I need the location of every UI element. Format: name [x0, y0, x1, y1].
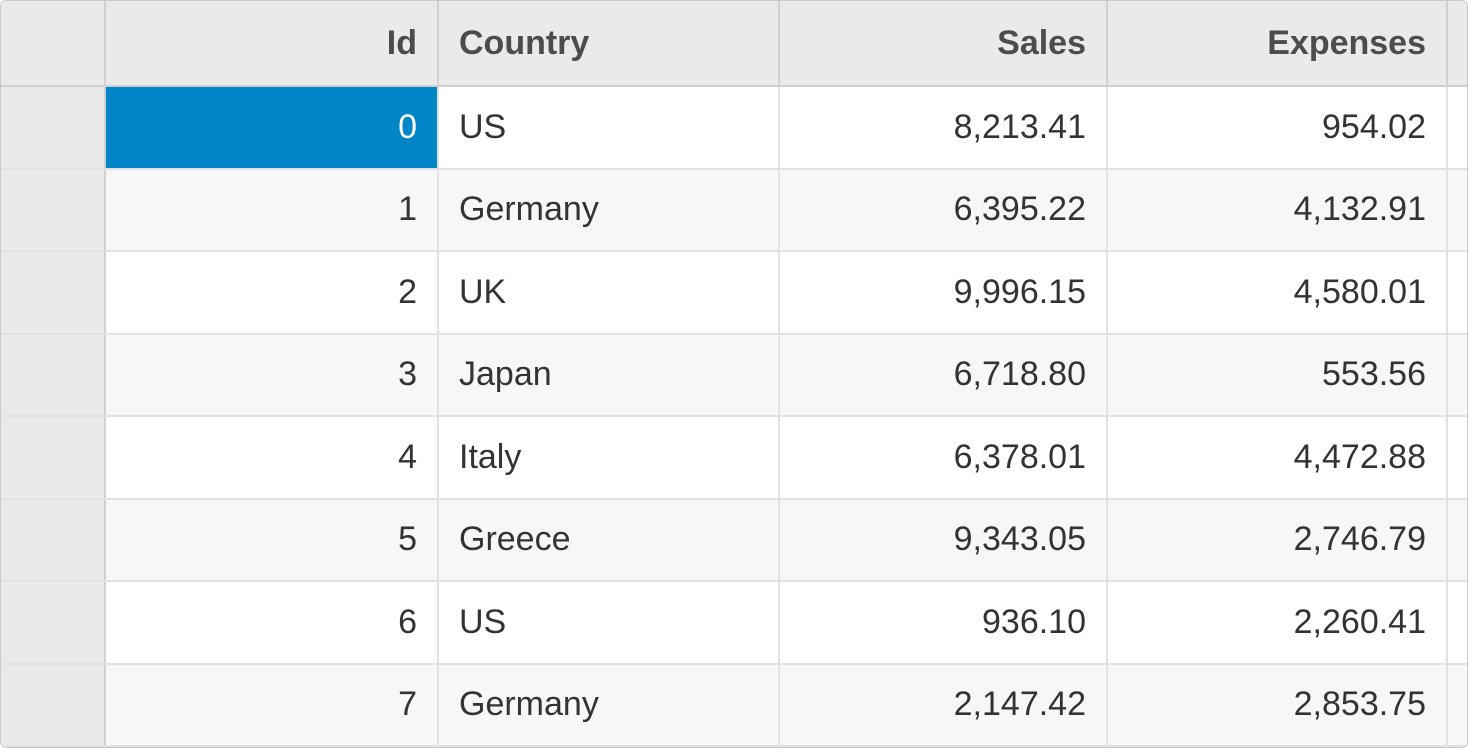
- table-row[interactable]: 3Japan6,718.80553.56: [1, 335, 1467, 418]
- cell-country[interactable]: US: [439, 87, 780, 168]
- cell-sales[interactable]: 936.10: [780, 582, 1108, 663]
- cell-id[interactable]: 2: [106, 252, 439, 333]
- cell-expenses[interactable]: 2,260.41: [1108, 582, 1448, 663]
- column-header-id-label: Id: [387, 24, 417, 63]
- cell-tail: [1448, 500, 1467, 581]
- row-header-cell[interactable]: [1, 500, 106, 581]
- cell-sales[interactable]: 6,395.22: [780, 170, 1108, 251]
- cell-id[interactable]: 4: [106, 417, 439, 498]
- cell-tail: [1448, 87, 1467, 168]
- data-grid[interactable]: Id Country Sales Expenses 0US8,213.41954…: [0, 0, 1468, 748]
- cell-expenses[interactable]: 4,580.01: [1108, 252, 1448, 333]
- table-row[interactable]: 0US8,213.41954.02: [1, 87, 1467, 170]
- cell-country[interactable]: Japan: [439, 335, 780, 416]
- cell-sales[interactable]: 9,996.15: [780, 252, 1108, 333]
- cell-expenses[interactable]: 954.02: [1108, 87, 1448, 168]
- cell-sales[interactable]: 2,147.42: [780, 665, 1108, 746]
- cell-tail: [1448, 417, 1467, 498]
- row-header-cell[interactable]: [1, 87, 106, 168]
- cell-country[interactable]: Germany: [439, 170, 780, 251]
- cell-tail: [1448, 252, 1467, 333]
- cell-country[interactable]: US: [439, 582, 780, 663]
- column-header-tail: [1448, 1, 1468, 85]
- cell-country[interactable]: Italy: [439, 417, 780, 498]
- cell-id[interactable]: 5: [106, 500, 439, 581]
- table-row[interactable]: 6US936.102,260.41: [1, 582, 1467, 665]
- cell-sales[interactable]: 6,378.01: [780, 417, 1108, 498]
- cell-id[interactable]: 0: [106, 87, 439, 168]
- table-row[interactable]: 5Greece9,343.052,746.79: [1, 500, 1467, 583]
- cell-country[interactable]: UK: [439, 252, 780, 333]
- grid-body: 0US8,213.41954.021Germany6,395.224,132.9…: [1, 87, 1467, 747]
- cell-expenses[interactable]: 2,746.79: [1108, 500, 1448, 581]
- table-row[interactable]: 4Italy6,378.014,472.88: [1, 417, 1467, 500]
- cell-country[interactable]: Greece: [439, 500, 780, 581]
- cell-sales[interactable]: 8,213.41: [780, 87, 1108, 168]
- column-header-country-label: Country: [459, 24, 589, 63]
- cell-expenses[interactable]: 2,853.75: [1108, 665, 1448, 746]
- column-header-row: Id Country Sales Expenses: [1, 1, 1467, 87]
- cell-country[interactable]: Germany: [439, 665, 780, 746]
- column-header-sales-label: Sales: [997, 24, 1086, 63]
- cell-sales[interactable]: 9,343.05: [780, 500, 1108, 581]
- cell-tail: [1448, 582, 1467, 663]
- table-row[interactable]: 2UK9,996.154,580.01: [1, 252, 1467, 335]
- cell-id[interactable]: 6: [106, 582, 439, 663]
- table-row[interactable]: 1Germany6,395.224,132.91: [1, 170, 1467, 253]
- row-header-corner[interactable]: [1, 1, 106, 85]
- cell-tail: [1448, 665, 1467, 746]
- row-header-cell[interactable]: [1, 417, 106, 498]
- column-header-country[interactable]: Country: [439, 1, 780, 85]
- row-header-cell[interactable]: [1, 665, 106, 746]
- cell-expenses[interactable]: 553.56: [1108, 335, 1448, 416]
- column-header-sales[interactable]: Sales: [780, 1, 1108, 85]
- table-row[interactable]: 7Germany2,147.422,853.75: [1, 665, 1467, 748]
- cell-sales[interactable]: 6,718.80: [780, 335, 1108, 416]
- column-header-id[interactable]: Id: [106, 1, 439, 85]
- cell-expenses[interactable]: 4,472.88: [1108, 417, 1448, 498]
- cell-expenses[interactable]: 4,132.91: [1108, 170, 1448, 251]
- cell-id[interactable]: 7: [106, 665, 439, 746]
- column-header-expenses-label: Expenses: [1267, 24, 1426, 63]
- row-header-cell[interactable]: [1, 335, 106, 416]
- row-header-cell[interactable]: [1, 582, 106, 663]
- cell-id[interactable]: 1: [106, 170, 439, 251]
- column-header-expenses[interactable]: Expenses: [1108, 1, 1448, 85]
- cell-id[interactable]: 3: [106, 335, 439, 416]
- row-header-cell[interactable]: [1, 170, 106, 251]
- cell-tail: [1448, 335, 1467, 416]
- cell-tail: [1448, 170, 1467, 251]
- row-header-cell[interactable]: [1, 252, 106, 333]
